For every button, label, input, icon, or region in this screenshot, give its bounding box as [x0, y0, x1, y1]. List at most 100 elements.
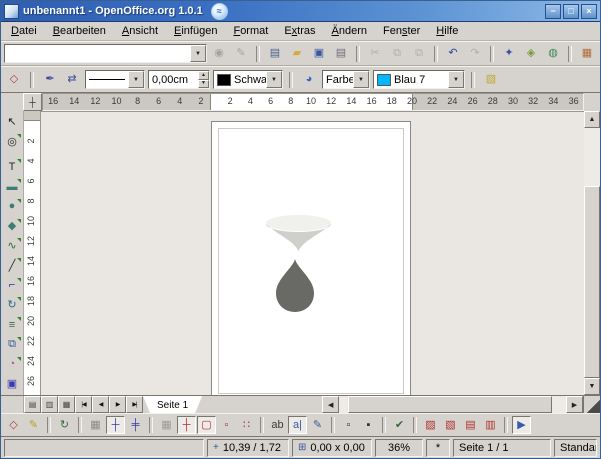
menu-ansicht[interactable]: Ansicht	[114, 23, 166, 39]
curve-tool[interactable]: ∿	[2, 237, 22, 254]
large-handles-icon[interactable]: ▪	[359, 416, 378, 434]
snap-to-margins-icon[interactable]: ▢	[197, 416, 216, 434]
spin-down-icon[interactable]: ▼	[198, 80, 209, 89]
page-tab-seite-1[interactable]: Seite 1	[143, 396, 202, 413]
status-style-cell[interactable]: Standard	[554, 439, 597, 457]
master-mode-button[interactable]: ▥	[41, 396, 58, 413]
snap-to-snap-lines-icon[interactable]: ┼	[177, 416, 196, 434]
picture-placeholder-icon[interactable]: ▨	[421, 416, 440, 434]
save-icon[interactable]: ▣	[309, 44, 329, 63]
first-page-button[interactable]: |◀	[75, 396, 92, 413]
horizontal-scroll-thumb[interactable]	[348, 396, 552, 413]
objects-3d-tool[interactable]: ◆	[2, 218, 22, 235]
horizontal-scrollbar[interactable]: ◀ ▶	[322, 396, 583, 413]
scroll-right-icon[interactable]: ▶	[566, 396, 583, 413]
resize-corner[interactable]	[583, 396, 600, 413]
vertical-ruler[interactable]: 246810121416182022242628	[24, 111, 41, 395]
text-placeholder-icon[interactable]: ▤	[461, 416, 480, 434]
double-click-edit-text-icon[interactable]: ✎	[308, 416, 327, 434]
snap-position-icon[interactable]: ▶	[512, 416, 531, 434]
helplines-moving-icon[interactable]: ╪	[126, 416, 145, 434]
interaction-tool[interactable]: ▣	[2, 375, 22, 392]
edit-points-mode-icon[interactable]: ◇	[4, 416, 23, 434]
cut-icon[interactable]: ✂	[365, 44, 385, 63]
scroll-up-icon[interactable]: ▲	[584, 111, 600, 128]
connector-tool[interactable]: ⌐	[2, 277, 22, 294]
vertical-scroll-thumb[interactable]	[584, 186, 600, 378]
print-icon[interactable]: ▤	[331, 44, 351, 63]
direct-edit-icon[interactable]: ✎	[24, 416, 43, 434]
select-tool[interactable]: ↖	[2, 113, 22, 130]
text-tool[interactable]: T	[2, 158, 22, 175]
hyperlink-icon[interactable]: ◍	[543, 44, 563, 63]
scroll-down-icon[interactable]: ▼	[584, 378, 600, 395]
url-combobox[interactable]: ▼	[4, 44, 207, 63]
fill-style-combobox[interactable]: Farbe ▼	[322, 70, 370, 89]
line-width-value[interactable]: 0,00cm	[149, 71, 198, 88]
redo-icon[interactable]: ↷	[465, 44, 485, 63]
quick-edit-icon[interactable]: ab	[268, 416, 287, 434]
status-zoom-cell[interactable]: 36%	[375, 439, 423, 457]
next-page-button[interactable]: ▶	[109, 396, 126, 413]
page-mode-button[interactable]: ▤	[24, 396, 41, 413]
show-grid-icon[interactable]: ▦	[86, 416, 105, 434]
edit-points-icon[interactable]: ◇	[4, 70, 24, 89]
maximize-button[interactable]: □	[563, 4, 579, 19]
paste-icon[interactable]: ⧉	[409, 44, 429, 63]
open-folder-icon[interactable]: ▰	[287, 44, 307, 63]
new-document-icon[interactable]: ▤	[265, 44, 285, 63]
drawing-canvas[interactable]	[41, 111, 584, 395]
snap-to-grid-icon[interactable]: ▦	[157, 416, 176, 434]
effects-rotate-tool[interactable]: ↻	[2, 296, 22, 313]
fill-color-combobox[interactable]: Blau 7 ▼	[373, 70, 465, 89]
line-color-dropdown-icon[interactable]: ▼	[266, 71, 282, 88]
menu-bearbeiten[interactable]: Bearbeiten	[45, 23, 114, 39]
vertical-scrollbar[interactable]: ▲ ▼	[584, 111, 600, 395]
last-page-button[interactable]: ▶|	[126, 396, 143, 413]
select-text-area-icon[interactable]: a|	[288, 416, 307, 434]
line-contour-icon[interactable]: ▥	[481, 416, 500, 434]
lines-arrows-tool[interactable]: ╱	[2, 257, 22, 274]
zoom-tool[interactable]: ◎	[2, 133, 22, 150]
edit-file-icon[interactable]: ✎	[231, 44, 251, 63]
insert-tool[interactable]: ◔	[2, 356, 22, 373]
line-style-dropdown-icon[interactable]: ▼	[128, 71, 144, 88]
rectangle-tool[interactable]: ▬	[2, 178, 22, 195]
menu-einfgen[interactable]: Einfügen	[166, 23, 225, 39]
show-snap-lines-icon[interactable]: ┼	[106, 416, 125, 434]
fill-style-dropdown-icon[interactable]: ▼	[353, 71, 369, 88]
arrange-tool[interactable]: ⧉	[2, 336, 22, 353]
gallery-icon[interactable]: ▦	[577, 44, 597, 63]
document-page[interactable]	[211, 121, 411, 395]
minimize-button[interactable]: −	[545, 4, 561, 19]
ellipse-tool[interactable]: ●	[2, 198, 22, 215]
layer-mode-button[interactable]: ▦	[58, 396, 75, 413]
spin-up-icon[interactable]: ▲	[198, 71, 209, 80]
snap-to-points-icon[interactable]: ∷	[237, 416, 256, 434]
line-style-combobox[interactable]: ▼	[85, 70, 145, 89]
area-dialog-icon[interactable]: ◕	[299, 70, 319, 89]
copy-icon[interactable]: ⧉	[387, 44, 407, 63]
url-input[interactable]	[5, 45, 190, 62]
line-color-combobox[interactable]: Schwarz ▼	[213, 70, 283, 89]
modify-with-attributes-icon[interactable]: ✔	[390, 416, 409, 434]
stylist-icon[interactable]: ◈	[521, 44, 541, 63]
arrow-style-icon[interactable]: ⇄	[62, 70, 82, 89]
title-bar[interactable]: unbenannt1 - OpenOffice.org 1.0.1 ≈ −□×	[1, 1, 600, 22]
line-dialog-icon[interactable]: ✒	[40, 70, 60, 89]
url-dropdown-icon[interactable]: ▼	[190, 45, 206, 62]
contour-mode-icon[interactable]: ▧	[441, 416, 460, 434]
line-width-spinner[interactable]: 0,00cm ▲▼	[148, 70, 210, 89]
prev-page-button[interactable]: ◀	[92, 396, 109, 413]
menu-format[interactable]: Format	[225, 23, 276, 39]
scroll-left-icon[interactable]: ◀	[322, 396, 339, 413]
snap-to-border-icon[interactable]: ▫	[217, 416, 236, 434]
menu-extras[interactable]: Extras	[276, 23, 323, 39]
close-button[interactable]: ×	[581, 4, 597, 19]
undo-icon[interactable]: ↶	[443, 44, 463, 63]
fill-color-dropdown-icon[interactable]: ▼	[448, 71, 464, 88]
menu-ndern[interactable]: Ändern	[324, 23, 375, 39]
ruler-origin-button[interactable]: ┼	[23, 93, 42, 111]
menu-datei[interactable]: Datei	[3, 23, 45, 39]
rotation-mode-icon[interactable]: ↻	[55, 416, 74, 434]
